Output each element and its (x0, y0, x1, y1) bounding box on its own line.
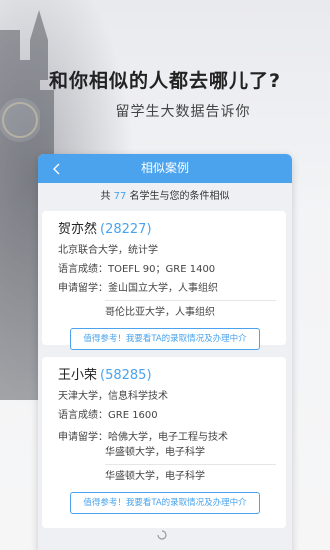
phone-screen: 相似案例 共 77 名学生与您的条件相似 贺亦然 (28227) 北京联合大学，统… (38, 154, 292, 550)
case-card: 王小荣 (58285) 天津大学，信息科学技术 语言成绩：GRE 1600 申请留… (42, 357, 286, 528)
student-name: 王小荣 (58, 368, 98, 383)
application-item: 釜山国立大学，人事组织 (108, 283, 218, 294)
apply-label: 申请留学： (58, 432, 108, 443)
student-school: 北京联合大学，统计学 (58, 245, 158, 256)
nav-title: 相似案例 (140, 161, 189, 175)
student-school: 天津大学，信息科学技术 (58, 391, 168, 402)
apply-label: 申请留学： (58, 283, 108, 294)
student-name-row: 王小荣 (58285) (58, 365, 276, 387)
application-item: 哥伦比亚大学，人事组织 (105, 307, 215, 318)
student-name: 贺亦然 (58, 222, 98, 237)
language-scores: 语言成绩：TOEFL 90；GRE 1400 (58, 260, 276, 279)
divider (105, 464, 276, 465)
student-name-row: 贺亦然 (28227) (58, 219, 276, 241)
student-id: (28227) (100, 222, 152, 237)
student-id: (58285) (100, 368, 152, 383)
summary-suffix: 名学生与您的条件相似 (129, 191, 230, 202)
application-item: 哈佛大学，电子工程与技术 (108, 432, 228, 443)
case-card: 贺亦然 (28227) 北京联合大学，统计学 语言成绩：TOEFL 90；GRE … (42, 211, 286, 350)
scores-label: 语言成绩： (58, 264, 108, 275)
scores-label: 语言成绩： (58, 410, 108, 421)
spinner-icon (157, 530, 167, 540)
application-row: 申请留学：釜山国立大学，人事组织 (58, 279, 276, 298)
scores-value: GRE 1600 (108, 410, 158, 421)
view-details-button[interactable]: 值得参考！我要看TA的录取情况及办理中介 (70, 328, 260, 350)
divider (105, 300, 276, 301)
promo-subline: 留学生大数据告诉你 (115, 104, 251, 120)
application-item: 华盛顿大学，电子科学 (105, 471, 205, 482)
similar-count: 77 (113, 191, 127, 202)
view-details-button[interactable]: 值得参考！我要看TA的录取情况及办理中介 (70, 492, 260, 514)
nav-bar: 相似案例 (38, 154, 292, 183)
similar-count-summary: 共 77 名学生与您的条件相似 (38, 183, 292, 211)
summary-prefix: 共 (100, 191, 111, 202)
scores-value: TOEFL 90；GRE 1400 (108, 264, 216, 275)
promo-headline: 和你相似的人都去哪儿了? (48, 70, 282, 92)
language-scores: 语言成绩：GRE 1600 (58, 406, 276, 425)
chevron-left-icon[interactable] (48, 154, 64, 183)
